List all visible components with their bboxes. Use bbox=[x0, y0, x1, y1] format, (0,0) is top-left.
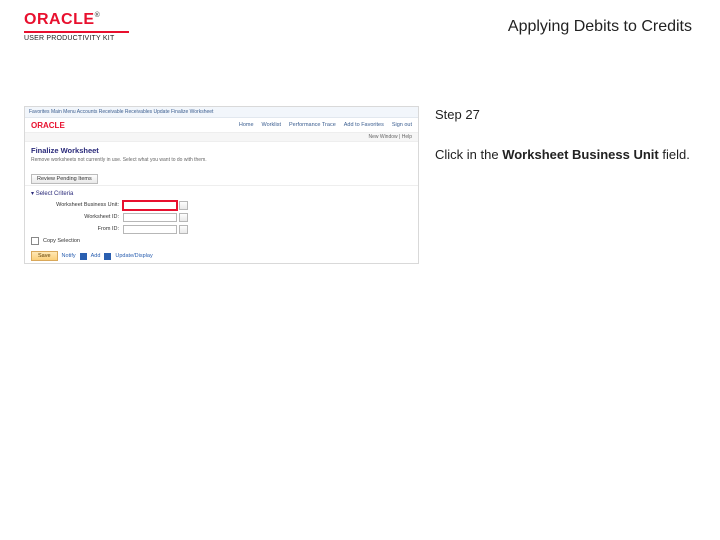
worksheet-id-input bbox=[123, 213, 177, 222]
worksheet-business-unit-input[interactable] bbox=[123, 201, 177, 210]
update-link: Update/Display bbox=[115, 253, 152, 259]
app-logo: ORACLE bbox=[31, 121, 65, 130]
add-link: Add bbox=[91, 253, 101, 259]
tab-perf: Performance Trace bbox=[289, 122, 336, 128]
update-icon bbox=[104, 253, 111, 260]
app-header-row: ORACLE Home Worklist Performance Trace A… bbox=[25, 118, 418, 133]
checkbox-icon bbox=[31, 237, 39, 245]
review-pending-button: Review Pending Items bbox=[31, 174, 98, 184]
notify-link: Notify bbox=[62, 253, 76, 259]
logo-text: ORACLE bbox=[24, 11, 95, 28]
step-label: Step 27 bbox=[435, 106, 696, 124]
instruction-suffix: field. bbox=[659, 147, 690, 162]
breadcrumb: Favorites Main Menu Accounts Receivable … bbox=[25, 107, 418, 118]
tab-home: Home bbox=[239, 122, 254, 128]
from-id-input bbox=[123, 225, 177, 234]
instruction-prefix: Click in the bbox=[435, 147, 502, 162]
lookup-icon bbox=[179, 213, 188, 222]
instruction-bold: Worksheet Business Unit bbox=[502, 147, 659, 162]
tab-worklist: Worklist bbox=[262, 122, 281, 128]
criteria-label: Select Criteria bbox=[36, 191, 74, 197]
field-row-bu: Worksheet Business Unit: bbox=[25, 199, 418, 211]
instruction-text: Click in the Worksheet Business Unit fie… bbox=[435, 146, 696, 164]
brand-block: ORACLE® USER PRODUCTIVITY KIT bbox=[24, 12, 134, 42]
action-bar: Save Notify Add Update/Display bbox=[25, 246, 418, 266]
save-button: Save bbox=[31, 251, 58, 261]
lookup-icon bbox=[179, 201, 188, 210]
field-row-wid: Worksheet ID: bbox=[25, 211, 418, 223]
field-row-copy: Copy Selection bbox=[25, 235, 418, 246]
add-icon bbox=[80, 253, 87, 260]
lookup-icon bbox=[179, 225, 188, 234]
logo-tm: ® bbox=[95, 12, 101, 19]
section-title: Finalize Worksheet bbox=[25, 142, 418, 157]
wid-label: Worksheet ID: bbox=[31, 214, 123, 220]
instruction-panel: Step 27 Click in the Worksheet Business … bbox=[419, 106, 696, 264]
tab-fav: Add to Favorites bbox=[344, 122, 384, 128]
logo-divider bbox=[24, 31, 129, 33]
tab-signout: Sign out bbox=[392, 122, 412, 128]
page-title: Applying Debits to Credits bbox=[508, 12, 696, 36]
oracle-logo: ORACLE® bbox=[24, 12, 134, 28]
criteria-header: ▾ Select Criteria bbox=[25, 185, 418, 199]
app-screenshot: Favorites Main Menu Accounts Receivable … bbox=[24, 106, 419, 264]
from-label: From ID: bbox=[31, 226, 123, 232]
field-row-from: From ID: bbox=[25, 223, 418, 235]
logo-subtitle: USER PRODUCTIVITY KIT bbox=[24, 35, 134, 42]
bu-label: Worksheet Business Unit: bbox=[31, 202, 123, 208]
section-desc: Remove worksheets not currently in use. … bbox=[25, 157, 418, 167]
app-subbar: New Window | Help bbox=[25, 133, 418, 142]
app-tabs: Home Worklist Performance Trace Add to F… bbox=[239, 122, 412, 128]
copy-label: Copy Selection bbox=[43, 238, 80, 244]
